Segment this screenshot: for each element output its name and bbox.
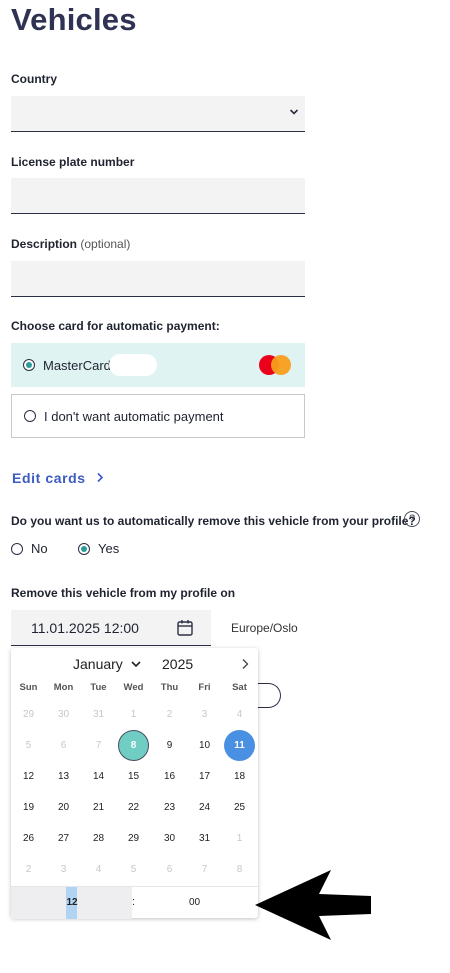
- auto-remove-option-no[interactable]: No: [11, 541, 48, 556]
- description-label: Description (optional): [11, 237, 130, 251]
- calendar-day[interactable]: 13: [48, 761, 79, 792]
- mastercard-radio[interactable]: [23, 359, 35, 371]
- calendar-day: 3: [60, 864, 67, 875]
- calendar-day[interactable]: 16: [154, 761, 185, 792]
- calendar-day: 8: [236, 864, 243, 875]
- calendar-day: 6: [60, 740, 67, 751]
- calendar-day: 1: [236, 833, 243, 844]
- calendar-day[interactable]: 19: [13, 792, 44, 823]
- calendar-day[interactable]: 15: [118, 761, 149, 792]
- calendar-day: 5: [130, 864, 137, 875]
- country-label: Country: [11, 72, 57, 86]
- calendar-day[interactable]: 27: [48, 823, 79, 854]
- hour-field[interactable]: 12: [11, 887, 132, 919]
- calendar-day[interactable]: 29: [118, 823, 149, 854]
- calendar-day: 31: [92, 709, 105, 720]
- calendar-day: 4: [95, 864, 102, 875]
- calendar-day-today[interactable]: 8: [118, 730, 149, 761]
- no-payment-radio[interactable]: [24, 410, 36, 422]
- payment-option-none[interactable]: I don't want automatic payment: [11, 394, 305, 438]
- no-label: No: [31, 541, 48, 556]
- month-select[interactable]: January: [73, 656, 141, 672]
- calendar-day: 5: [25, 740, 32, 751]
- country-select[interactable]: [11, 96, 305, 132]
- calendar-day[interactable]: 20: [48, 792, 79, 823]
- calendar-day: 7: [201, 864, 208, 875]
- calendar-day[interactable]: 31: [189, 823, 220, 854]
- calendar-day: 4: [236, 709, 243, 720]
- time-separator: :: [132, 896, 136, 908]
- weekday-label: Thu: [160, 682, 179, 693]
- calendar-day: 2: [166, 709, 173, 720]
- license-plate-input[interactable]: [11, 178, 305, 214]
- calendar-day-selected[interactable]: 11: [224, 730, 255, 761]
- calendar-day[interactable]: 30: [154, 823, 185, 854]
- timezone-label: Europe/Oslo: [231, 621, 298, 635]
- arrow-pointer-icon: [255, 870, 371, 940]
- month-value: January: [73, 656, 123, 672]
- masked-card-number: [108, 354, 157, 376]
- calendar-day[interactable]: 12: [13, 761, 44, 792]
- chevron-down-icon: [289, 109, 299, 115]
- calendar-day[interactable]: 14: [83, 761, 114, 792]
- calendar-icon[interactable]: [177, 619, 193, 636]
- next-month-icon[interactable]: [240, 658, 250, 670]
- chevron-down-icon: [131, 661, 141, 668]
- weekday-label: Tue: [90, 682, 107, 693]
- calendar-day[interactable]: 25: [224, 792, 255, 823]
- mastercard-logo-icon: [259, 355, 293, 375]
- weekday-label: Sun: [19, 682, 38, 693]
- date-picker-popup: January 2025 Sun Mon Tue Wed Thu Fri Sat 29 30 3…: [11, 648, 258, 919]
- calendar-day[interactable]: 24: [189, 792, 220, 823]
- calendar-day: 2: [25, 864, 32, 875]
- calendar-day: 29: [22, 709, 35, 720]
- calendar-day[interactable]: 21: [83, 792, 114, 823]
- calendar-day[interactable]: 18: [224, 761, 255, 792]
- no-payment-label: I don't want automatic payment: [44, 408, 224, 424]
- description-optional-text: (optional): [80, 237, 131, 251]
- calendar-day: 30: [57, 709, 70, 720]
- calendar-day: 6: [166, 864, 173, 875]
- calendar-day[interactable]: 9: [154, 730, 185, 761]
- edit-cards-link[interactable]: Edit cards: [12, 470, 104, 486]
- auto-remove-question: Do you want us to automatically remove t…: [11, 514, 416, 528]
- no-radio[interactable]: [11, 542, 23, 555]
- remove-date-input[interactable]: 11.01.2025 12:00: [11, 610, 211, 646]
- calendar-day[interactable]: 10: [189, 730, 220, 761]
- mastercard-label: MasterCard: [43, 357, 111, 373]
- calendar-day: 1: [130, 709, 137, 720]
- yes-label: Yes: [98, 541, 120, 556]
- time-bar: 12 : 00: [11, 886, 258, 919]
- yes-radio[interactable]: [78, 542, 90, 555]
- edit-cards-label: Edit cards: [12, 470, 86, 486]
- payment-label: Choose card for automatic payment:: [11, 319, 220, 333]
- calendar-day: 3: [201, 709, 208, 720]
- minute-value[interactable]: 00: [189, 897, 200, 908]
- license-plate-label: License plate number: [11, 155, 135, 169]
- weekday-label: Mon: [53, 682, 74, 693]
- calendar-day[interactable]: 26: [13, 823, 44, 854]
- calendar-day[interactable]: 17: [189, 761, 220, 792]
- auto-remove-option-yes[interactable]: Yes: [78, 541, 119, 556]
- payment-option-mastercard[interactable]: MasterCard: [11, 343, 305, 387]
- weekday-label: Sat: [232, 682, 247, 693]
- description-input[interactable]: [11, 261, 305, 297]
- weekday-label: Wed: [123, 682, 144, 693]
- calendar-day[interactable]: 22: [118, 792, 149, 823]
- weekday-label: Fri: [198, 682, 211, 693]
- description-label-text: Description: [11, 237, 78, 251]
- calendar-day[interactable]: 28: [83, 823, 114, 854]
- year-value[interactable]: 2025: [162, 656, 193, 672]
- page-title: Vehicles: [11, 2, 137, 37]
- calendar-day[interactable]: 23: [154, 792, 185, 823]
- chevron-right-icon: [97, 472, 104, 483]
- remove-date-label: Remove this vehicle from my profile on: [11, 586, 236, 600]
- calendar-day: 7: [95, 740, 102, 751]
- remove-date-value: 11.01.2025 12:00: [31, 620, 139, 636]
- hour-value: 12: [66, 897, 78, 908]
- help-icon[interactable]: ?: [404, 511, 420, 527]
